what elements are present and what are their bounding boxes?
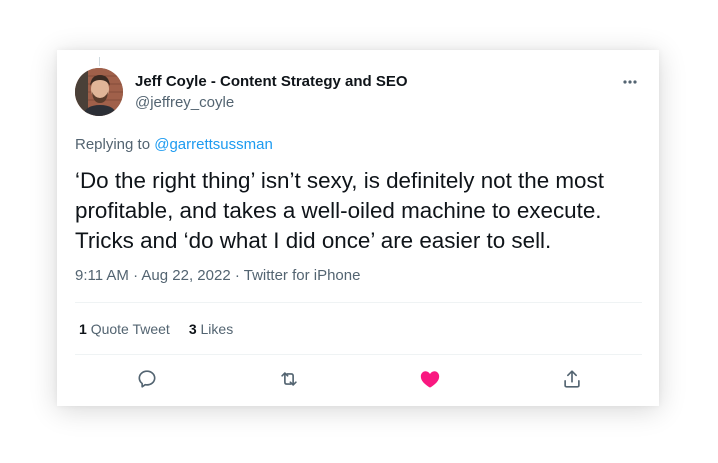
avatar-photo <box>75 68 123 116</box>
quote-label: Quote Tweet <box>90 321 170 337</box>
thread-connector-line <box>99 57 100 66</box>
tweet-text-line: profitable, and takes a well-oiled machi… <box>75 198 602 223</box>
more-dots-icon <box>623 80 637 84</box>
author-handle[interactable]: @jeffrey_coyle <box>135 94 234 111</box>
tweet-text-line: Tricks and ‘do what I did once’ are easi… <box>75 228 552 253</box>
reply-icon <box>138 370 156 388</box>
share-icon <box>564 370 580 388</box>
retweet-button[interactable] <box>277 367 301 391</box>
replying-to: Replying to @garrettsussman <box>75 136 273 153</box>
share-button[interactable] <box>560 367 584 391</box>
like-count: 3 <box>188 321 197 337</box>
retweet-icon <box>281 372 297 386</box>
tweet-stats: 1 Quote Tweet 3 Likes <box>79 321 233 337</box>
mention-link[interactable]: @garrettsussman <box>154 136 273 153</box>
tweet-timestamp[interactable]: 9:11 AM · Aug 22, 2022 · Twitter for iPh… <box>75 267 360 284</box>
heart-filled-icon <box>420 371 440 388</box>
quote-count: 1 <box>79 321 87 337</box>
likes-label: Likes <box>200 321 234 337</box>
tweet-text-line: ‘Do the right thing’ isn’t sexy, is defi… <box>75 168 604 193</box>
avatar[interactable] <box>75 68 123 116</box>
more-options-button[interactable] <box>618 72 642 92</box>
author-name[interactable]: Jeff Coyle - Content Strategy and SEO <box>135 73 408 90</box>
like-button[interactable] <box>418 367 442 391</box>
replying-to-label: Replying to <box>75 136 151 153</box>
likes-stat[interactable]: 3 Likes <box>189 321 233 337</box>
quote-tweets-stat[interactable]: 1 Quote Tweet <box>79 321 170 337</box>
reply-button[interactable] <box>135 367 159 391</box>
tweet-text: ‘Do the right thing’ isn’t sexy, is defi… <box>75 166 650 256</box>
divider <box>75 354 642 355</box>
divider <box>75 302 642 303</box>
